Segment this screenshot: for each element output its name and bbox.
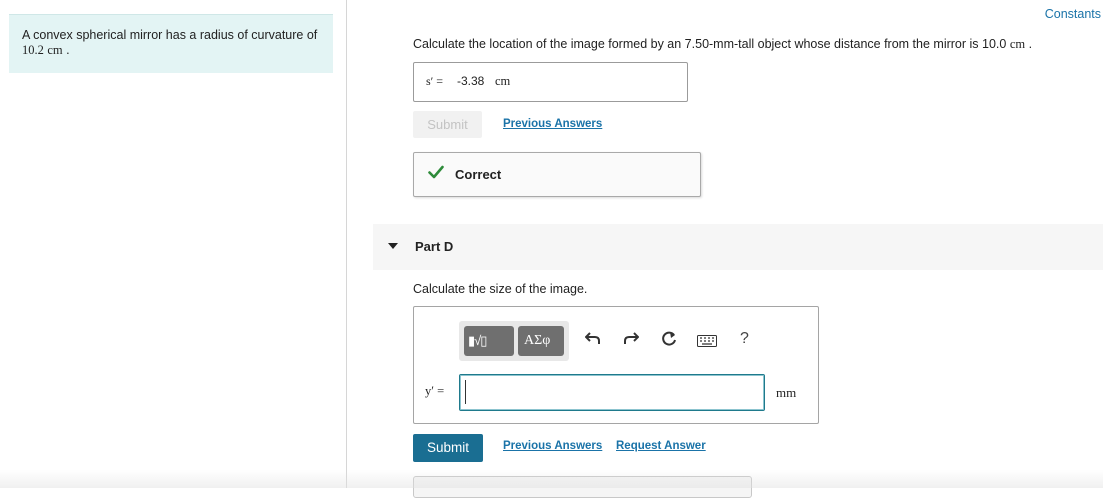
feedback-label: Correct: [455, 167, 502, 182]
part-c-prompt-text: Calculate the location of the image form…: [413, 37, 1007, 51]
part-c-prompt: Calculate the location of the image form…: [413, 37, 1032, 52]
answer-label: s′ =: [426, 74, 444, 88]
constants-link[interactable]: Constants: [1045, 7, 1101, 21]
request-answer-link[interactable]: Request Answer: [616, 440, 706, 452]
part-c-prompt-end: .: [1025, 37, 1033, 51]
text-cursor: [465, 380, 466, 404]
part-c-previous-answers-link[interactable]: Previous Answers: [503, 118, 602, 130]
problem-panel: A convex spherical mirror has a radius o…: [0, 0, 347, 488]
checkmark-icon: [428, 165, 444, 182]
part-d-prompt: Calculate the size of the image.: [413, 282, 588, 296]
math-toolbar: ▮√▯ ΑΣφ: [459, 321, 569, 361]
next-panel-edge: [413, 476, 752, 498]
symbols-icon: ΑΣφ: [524, 333, 551, 348]
help-icon[interactable]: ?: [740, 330, 749, 348]
problem-text: A convex spherical mirror has a radius o…: [22, 28, 318, 42]
problem-unit: cm: [47, 43, 63, 57]
symbols-button[interactable]: ΑΣφ: [518, 326, 564, 356]
collapse-caret-icon[interactable]: [388, 243, 398, 249]
answer-editor: ▮√▯ ΑΣφ ? y′ = mm: [413, 306, 819, 424]
problem-text-end: .: [62, 43, 70, 57]
reset-icon[interactable]: [660, 330, 678, 352]
input-label: y′ =: [425, 384, 445, 398]
part-c-answer-field: s′ = -3.38 cm: [413, 62, 688, 102]
answer-unit: cm: [495, 74, 511, 88]
answer-input[interactable]: [459, 374, 765, 411]
problem-value: 10.2: [22, 43, 44, 57]
part-d-header[interactable]: Part D: [373, 224, 1103, 270]
part-d-submit-button[interactable]: Submit: [413, 434, 483, 462]
part-c-submit-button[interactable]: Submit: [413, 111, 482, 138]
part-d-previous-answers-link[interactable]: Previous Answers: [503, 440, 602, 452]
answer-unit-label: mm: [776, 385, 797, 400]
answer-value: -3.38: [457, 74, 485, 88]
problem-statement-box: A convex spherical mirror has a radius o…: [9, 14, 333, 73]
keyboard-icon[interactable]: [697, 334, 717, 351]
templates-icon: ▮√▯: [468, 333, 487, 348]
undo-icon[interactable]: [584, 331, 601, 349]
problem-statement: A convex spherical mirror has a radius o…: [22, 28, 327, 58]
part-d-title: Part D: [415, 239, 454, 254]
templates-button[interactable]: ▮√▯: [464, 326, 514, 356]
part-c-prompt-unit: cm: [1009, 37, 1026, 51]
feedback-box: Correct: [413, 152, 701, 197]
redo-icon[interactable]: [623, 331, 640, 349]
